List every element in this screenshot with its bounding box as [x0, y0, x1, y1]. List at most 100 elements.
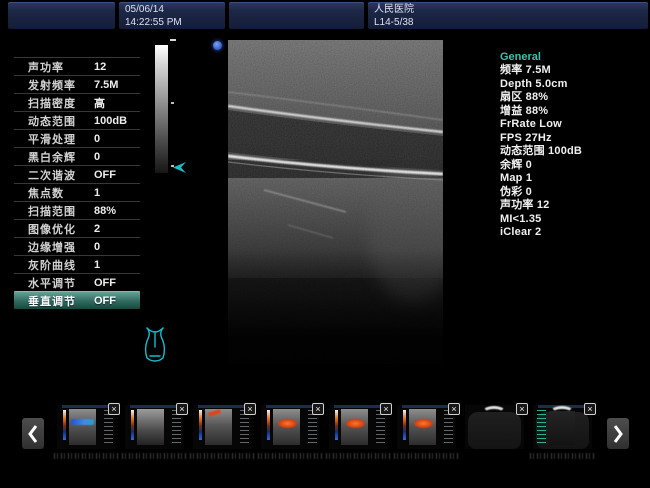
thumbnail-caption [394, 453, 460, 459]
hospital-box: 人民医院 L14-5/38 [368, 2, 648, 29]
focus-marker-icon [173, 162, 186, 173]
parameter-row[interactable]: 焦点数 1 [14, 183, 140, 201]
parameter-row[interactable]: 声功率 12 [14, 57, 140, 75]
probe-orientation-dot-icon [213, 41, 222, 50]
parameter-label: 垂直调节 [28, 293, 94, 309]
parameter-value: 12 [94, 61, 106, 73]
parameter-row[interactable]: 扫描密度 高 [14, 93, 140, 111]
parameter-label: 黑白余辉 [28, 149, 94, 165]
thumb-doppler-region [414, 419, 433, 428]
parameter-row[interactable]: 图像优化 2 [14, 219, 140, 237]
close-icon: × [179, 404, 184, 414]
thumb-doppler-region [346, 419, 365, 428]
parameter-value: 高 [94, 95, 105, 111]
info-line: 扇区 88% [500, 91, 645, 105]
thumb-doppler-region [71, 419, 94, 425]
thumb-scan-area [69, 409, 96, 445]
parameter-value: 2 [94, 223, 100, 235]
close-icon: × [451, 404, 456, 414]
parameter-row[interactable]: 二次谐波 OFF [14, 165, 140, 183]
info-line: FPS 27Hz [500, 132, 645, 146]
thumb-colorbar [403, 410, 406, 440]
body-marker-icon [141, 326, 169, 364]
thumbnail-list: × × × [57, 405, 592, 449]
parameter-label: 动态范围 [28, 113, 94, 129]
thumb-colorbar [267, 410, 270, 440]
thumbnail-caption [530, 453, 596, 459]
image-thumbnail[interactable]: × [57, 405, 116, 449]
thumb-topbar [334, 405, 384, 408]
thumbnail-close-button[interactable]: × [380, 403, 392, 415]
thumb-scan-area [137, 409, 164, 445]
parameter-value: 88% [94, 205, 116, 217]
parameter-label: 图像优化 [28, 221, 94, 237]
scroll-right-button[interactable] [607, 418, 629, 449]
parameter-label: 边缘增强 [28, 239, 94, 255]
parameter-value: 1 [94, 187, 100, 199]
close-icon: × [519, 404, 524, 414]
info-line: 频率 7.5M [500, 64, 645, 78]
thumb-topbar [402, 405, 452, 408]
info-line: FrRate Low [500, 118, 645, 132]
thumbnail-caption [326, 453, 392, 459]
image-thumbnail[interactable]: × [533, 405, 592, 449]
parameter-menu: 声功率 12 发射频率 7.5M 扫描密度 高 动态范围 100dB 平滑处理 … [14, 57, 140, 309]
thumb-topbar [266, 405, 316, 408]
parameter-value: OFF [94, 169, 116, 181]
thumbnail-close-button[interactable]: × [176, 403, 188, 415]
parameter-row[interactable]: 扫描范围 88% [14, 201, 140, 219]
hospital-name: 人民医院 [374, 4, 414, 15]
thumbnail-caption [122, 453, 188, 459]
parameter-value: 0 [94, 241, 100, 253]
info-line: 声功率 12 [500, 199, 645, 213]
thumb-text-column [444, 410, 453, 444]
image-info-panel: General 频率 7.5MDepth 5.0cm扇区 88%增益 88%Fr… [500, 50, 645, 240]
image-thumbnail[interactable]: × [261, 405, 320, 449]
parameter-row[interactable]: 灰阶曲线 1 [14, 255, 140, 273]
thumb-text-column [240, 410, 249, 444]
thumb-colorbar [335, 410, 338, 440]
gain-scale-tick [170, 39, 176, 41]
thumbnail-strip: × × × [0, 404, 650, 470]
parameter-row[interactable]: 水平调节 OFF [14, 273, 140, 291]
parameter-row[interactable]: 发射频率 7.5M [14, 75, 140, 93]
thumbnail-close-button[interactable]: × [584, 403, 596, 415]
ultrasound-render [228, 40, 443, 364]
parameter-row[interactable]: 黑白余辉 0 [14, 147, 140, 165]
thumb-topbar [130, 405, 180, 408]
parameter-label: 扫描密度 [28, 95, 94, 111]
thumbnail-close-button[interactable]: × [108, 403, 120, 415]
image-thumbnail[interactable]: × [465, 405, 524, 449]
datetime-box: 05/06/14 14:22:55 PM [119, 2, 225, 29]
parameter-label: 声功率 [28, 59, 94, 75]
image-thumbnail[interactable]: × [397, 405, 456, 449]
parameter-value: OFF [94, 277, 116, 289]
parameter-value: 0 [94, 133, 100, 145]
image-thumbnail[interactable]: × [193, 405, 252, 449]
thumbnail-close-button[interactable]: × [516, 403, 528, 415]
parameter-row[interactable]: 动态范围 100dB [14, 111, 140, 129]
patient-info-box [8, 2, 115, 29]
scroll-left-button[interactable] [22, 418, 44, 449]
close-icon: × [247, 404, 252, 414]
parameter-row[interactable]: 平滑处理 0 [14, 129, 140, 147]
thumb-text-column [376, 410, 385, 444]
parameter-row[interactable]: 垂直调节 OFF [14, 291, 140, 309]
parameter-row[interactable]: 边缘增强 0 [14, 237, 140, 255]
image-thumbnail[interactable]: × [125, 405, 184, 449]
parameter-label: 灰阶曲线 [28, 257, 94, 273]
info-line: 余辉 0 [500, 159, 645, 173]
thumbnail-caption [54, 453, 120, 459]
grayscale-bar [155, 45, 168, 173]
thumb-convex-arc [550, 406, 574, 419]
close-icon: × [315, 404, 320, 414]
image-thumbnail[interactable]: × [329, 405, 388, 449]
thumbnail-close-button[interactable]: × [244, 403, 256, 415]
parameter-label: 平滑处理 [28, 131, 94, 147]
info-line: Map 1 [500, 172, 645, 186]
parameter-label: 扫描范围 [28, 203, 94, 219]
thumbnail-close-button[interactable]: × [312, 403, 324, 415]
exam-info-box [229, 2, 364, 29]
parameter-value: OFF [94, 295, 116, 307]
thumbnail-close-button[interactable]: × [448, 403, 460, 415]
